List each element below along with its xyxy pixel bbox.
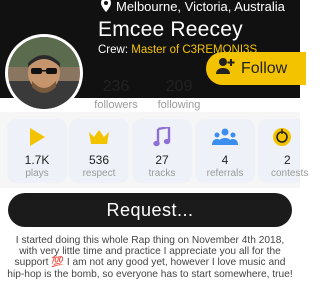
location-text: Melbourne, Victoria, Australia — [116, 0, 285, 14]
tile-value: 536 — [88, 153, 110, 167]
avatar[interactable] — [5, 34, 83, 112]
bio-text: I started doing this whole Rap thing on … — [7, 235, 293, 280]
tile-plays[interactable]: 1.7K plays — [7, 119, 67, 183]
add-user-icon — [215, 57, 235, 80]
tile-label: respect — [82, 168, 116, 179]
request-button[interactable]: Request... — [8, 193, 292, 227]
crown-icon — [69, 125, 129, 149]
follow-button[interactable]: Follow — [206, 52, 306, 85]
followers-count: 236 — [102, 78, 130, 95]
tile-label: tracks — [148, 168, 176, 179]
tile-tracks[interactable]: 27 tracks — [132, 119, 192, 183]
avatar-photo — [8, 37, 80, 109]
following-count: 209 — [165, 78, 193, 95]
tile-label: referrals — [206, 168, 244, 179]
location: Melbourne, Victoria, Australia — [100, 0, 285, 14]
crew-label: Crew: — [98, 44, 129, 56]
location-pin-icon — [100, 0, 112, 15]
tile-referrals[interactable]: 4 referrals — [195, 119, 255, 183]
followers-stat[interactable]: 236 followers — [92, 78, 140, 111]
tile-contests[interactable]: 2 contests — [258, 119, 309, 183]
tile-value: 2 — [284, 153, 291, 167]
following-label: following — [157, 99, 201, 111]
profile-name: Emcee Reecey — [98, 18, 243, 41]
follow-label: Follow — [241, 59, 288, 77]
contest-icon — [258, 125, 300, 149]
tile-respect[interactable]: 536 respect — [69, 119, 129, 183]
following-stat[interactable]: 209 following — [152, 78, 206, 111]
play-icon — [7, 125, 67, 149]
tile-value: 27 — [155, 153, 169, 167]
tile-label: contests — [271, 168, 309, 179]
music-note-icon — [132, 125, 192, 149]
people-icon — [195, 125, 255, 149]
followers-label: followers — [94, 99, 138, 111]
tile-label: plays — [25, 168, 49, 179]
tile-value: 4 — [221, 153, 229, 167]
tile-value: 1.7K — [24, 153, 50, 167]
